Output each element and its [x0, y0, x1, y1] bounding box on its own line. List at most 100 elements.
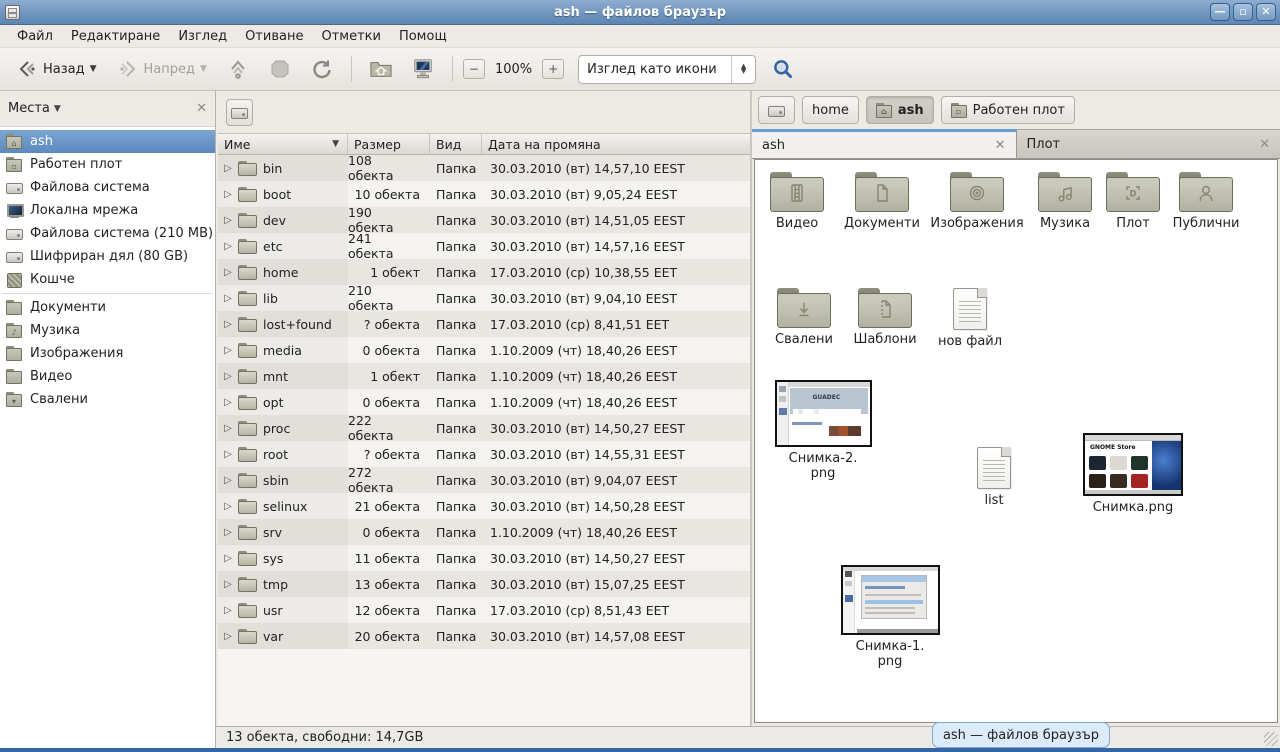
expander-icon[interactable]: ▷	[222, 163, 234, 174]
icon-view-item-снимка-2.png[interactable]: GUADECСнимка-2.png	[771, 380, 875, 481]
expander-icon[interactable]: ▷	[222, 319, 234, 330]
sidebar-item-работен-плот[interactable]: ▫Работен плот	[0, 153, 215, 176]
table-row-selinux[interactable]: ▷selinux21 обектаПапка30.03.2010 (вт) 14…	[218, 493, 750, 519]
sidebar-item-файлова-система-210-mb-[interactable]: Файлова система (210 MB)	[0, 222, 215, 245]
sidebar-item-изображения[interactable]: Изображения	[0, 342, 215, 365]
up-button[interactable]	[219, 54, 257, 84]
table-row-usr[interactable]: ▷usr12 обектаПапка17.03.2010 (ср) 8,51,4…	[218, 597, 750, 623]
table-row-tmp[interactable]: ▷tmp13 обектаПапка30.03.2010 (вт) 15,07,…	[218, 571, 750, 597]
icon-view-item-снимка.png[interactable]: GNOME StoreСнимка.png	[1081, 433, 1185, 515]
icon-view-item-видео[interactable]: Видео	[756, 172, 838, 231]
expander-icon[interactable]: ▷	[222, 553, 234, 564]
sidebar-item-файлова-система[interactable]: Файлова система	[0, 176, 215, 199]
expander-icon[interactable]: ▷	[222, 371, 234, 382]
sidebar-item-видео[interactable]: Видео	[0, 365, 215, 388]
icon-view-item-list[interactable]: list	[953, 447, 1035, 508]
table-row-dev[interactable]: ▷dev190 обектаПапка30.03.2010 (вт) 14,51…	[218, 207, 750, 233]
icon-view-item-документи[interactable]: Документи	[839, 172, 925, 231]
expander-icon[interactable]: ▷	[222, 631, 234, 642]
icon-view-item-снимка-1.png[interactable]: Снимка-1.png	[838, 565, 942, 669]
stop-button[interactable]	[261, 54, 299, 84]
table-row-opt[interactable]: ▷opt0 обектаПапка1.10.2009 (чт) 18,40,26…	[218, 389, 750, 415]
menu-item-файл[interactable]: Файл	[8, 27, 62, 46]
table-row-etc[interactable]: ▷etc241 обектаПапка30.03.2010 (вт) 14,57…	[218, 233, 750, 259]
table-row-mnt[interactable]: ▷mnt1 обектПапка1.10.2009 (чт) 18,40,26 …	[218, 363, 750, 389]
path-button-ash[interactable]: ⌂ash	[866, 96, 934, 124]
back-button[interactable]: Назад ▼	[8, 54, 105, 84]
expander-icon[interactable]: ▷	[222, 397, 234, 408]
expander-icon[interactable]: ▷	[222, 267, 234, 278]
expander-icon[interactable]: ▷	[222, 605, 234, 616]
zoom-out-button[interactable]: −	[463, 59, 485, 79]
places-title[interactable]: Места	[8, 101, 50, 116]
sidebar-item-ash[interactable]: ⌂ash	[0, 130, 215, 153]
expander-icon[interactable]: ▷	[222, 189, 234, 200]
table-row-sbin[interactable]: ▷sbin272 обектаПапка30.03.2010 (вт) 9,04…	[218, 467, 750, 493]
sidebar-item-кошче[interactable]: Кошче	[0, 268, 215, 291]
resize-grip[interactable]	[1264, 732, 1278, 746]
tab-close-icon[interactable]: ✕	[1259, 137, 1270, 152]
column-header-name[interactable]: Име ▼	[218, 134, 348, 154]
forward-button[interactable]: Напред ▼	[109, 54, 215, 84]
table-row-boot[interactable]: ▷boot10 обектаПапка30.03.2010 (вт) 9,05,…	[218, 181, 750, 207]
table-row-var[interactable]: ▷var20 обектаПапка30.03.2010 (вт) 14,57,…	[218, 623, 750, 649]
minimize-button[interactable]: —	[1210, 3, 1230, 21]
table-row-bin[interactable]: ▷bin108 обектаПапка30.03.2010 (вт) 14,57…	[218, 155, 750, 181]
table-row-sys[interactable]: ▷sys11 обектаПапка30.03.2010 (вт) 14,50,…	[218, 545, 750, 571]
expander-icon[interactable]: ▷	[222, 345, 234, 356]
menu-item-отметки[interactable]: Отметки	[312, 27, 389, 46]
menu-item-редактиране[interactable]: Редактиране	[62, 27, 169, 46]
search-icon[interactable]	[772, 58, 794, 80]
back-history-caret[interactable]: ▼	[90, 64, 97, 74]
icon-view-item-свалени[interactable]: Свалени	[763, 288, 845, 347]
table-row-media[interactable]: ▷media0 обектаПапка1.10.2009 (чт) 18,40,…	[218, 337, 750, 363]
sidebar-item-локална-мрежа[interactable]: Локална мрежа	[0, 199, 215, 222]
sidebar-item-документи[interactable]: Документи	[0, 296, 215, 319]
table-row-srv[interactable]: ▷srv0 обектаПапка1.10.2009 (чт) 18,40,26…	[218, 519, 750, 545]
path-button-home[interactable]: home	[802, 96, 859, 124]
tab-плот[interactable]: Плот✕	[1017, 129, 1280, 158]
menu-item-изглед[interactable]: Изглед	[169, 27, 236, 46]
path-button-Работен плот[interactable]: ▫Работен плот	[941, 96, 1075, 124]
expander-icon[interactable]: ▷	[222, 293, 234, 304]
tab-ash[interactable]: ash✕	[752, 129, 1017, 158]
sidebar-item-музика[interactable]: ♪Музика	[0, 319, 215, 342]
path-button-root[interactable]	[758, 96, 795, 124]
titlebar[interactable]: ash — файлов браузър — ▫ ✕	[0, 0, 1280, 25]
reload-button[interactable]	[303, 54, 341, 84]
menu-item-отиване[interactable]: Отиване	[236, 27, 312, 46]
view-mode-select[interactable]: Изглед като икони ▲▼	[578, 55, 756, 84]
expander-icon[interactable]: ▷	[222, 215, 234, 226]
sidebar-item-шифриран-дял-80-gb-[interactable]: Шифриран дял (80 GB)	[0, 245, 215, 268]
expander-icon[interactable]: ▷	[222, 579, 234, 590]
icon-view-item-музика[interactable]: Музика	[1024, 172, 1106, 231]
zoom-in-button[interactable]: +	[542, 59, 564, 79]
sidebar-item-свалени[interactable]: ▾Свалени	[0, 388, 215, 411]
expander-icon[interactable]: ▷	[222, 449, 234, 460]
expander-icon[interactable]: ▷	[222, 527, 234, 538]
icon-view-item-изображения[interactable]: Изображения	[927, 172, 1027, 231]
root-location-button[interactable]	[226, 99, 253, 126]
column-header-date[interactable]: Дата на промяна	[482, 134, 750, 154]
tab-close-icon[interactable]: ✕	[995, 138, 1006, 153]
icon-view-item-нов-файл[interactable]: нов файл	[929, 288, 1011, 349]
expander-icon[interactable]: ▷	[222, 241, 234, 252]
expander-icon[interactable]: ▷	[222, 501, 234, 512]
table-row-home[interactable]: ▷home1 обектПапка17.03.2010 (ср) 10,38,5…	[218, 259, 750, 285]
chevron-down-icon[interactable]: ▼	[54, 104, 61, 114]
table-row-lib[interactable]: ▷lib210 обектаПапка30.03.2010 (вт) 9,04,…	[218, 285, 750, 311]
menu-item-помощ[interactable]: Помощ	[390, 27, 456, 46]
column-header-size[interactable]: Размер	[348, 134, 430, 154]
expander-icon[interactable]: ▷	[222, 475, 234, 486]
computer-button[interactable]	[404, 54, 442, 84]
table-row-proc[interactable]: ▷proc222 обектаПапка30.03.2010 (вт) 14,5…	[218, 415, 750, 441]
table-row-lost+found[interactable]: ▷lost+found? обектаПапка17.03.2010 (ср) …	[218, 311, 750, 337]
icon-view-item-шаблони[interactable]: Шаблони	[843, 288, 927, 347]
home-button[interactable]	[362, 54, 400, 84]
sidebar-close-icon[interactable]: ✕	[196, 101, 207, 116]
column-header-type[interactable]: Вид	[430, 134, 482, 154]
icon-view-item-публични[interactable]: Публични	[1159, 172, 1253, 231]
close-button[interactable]: ✕	[1256, 3, 1276, 21]
table-row-root[interactable]: ▷root? обектаПапка30.03.2010 (вт) 14,55,…	[218, 441, 750, 467]
icon-view-area[interactable]: ВидеоДокументиИзображенияМузикаDПлотПубл…	[754, 159, 1278, 723]
